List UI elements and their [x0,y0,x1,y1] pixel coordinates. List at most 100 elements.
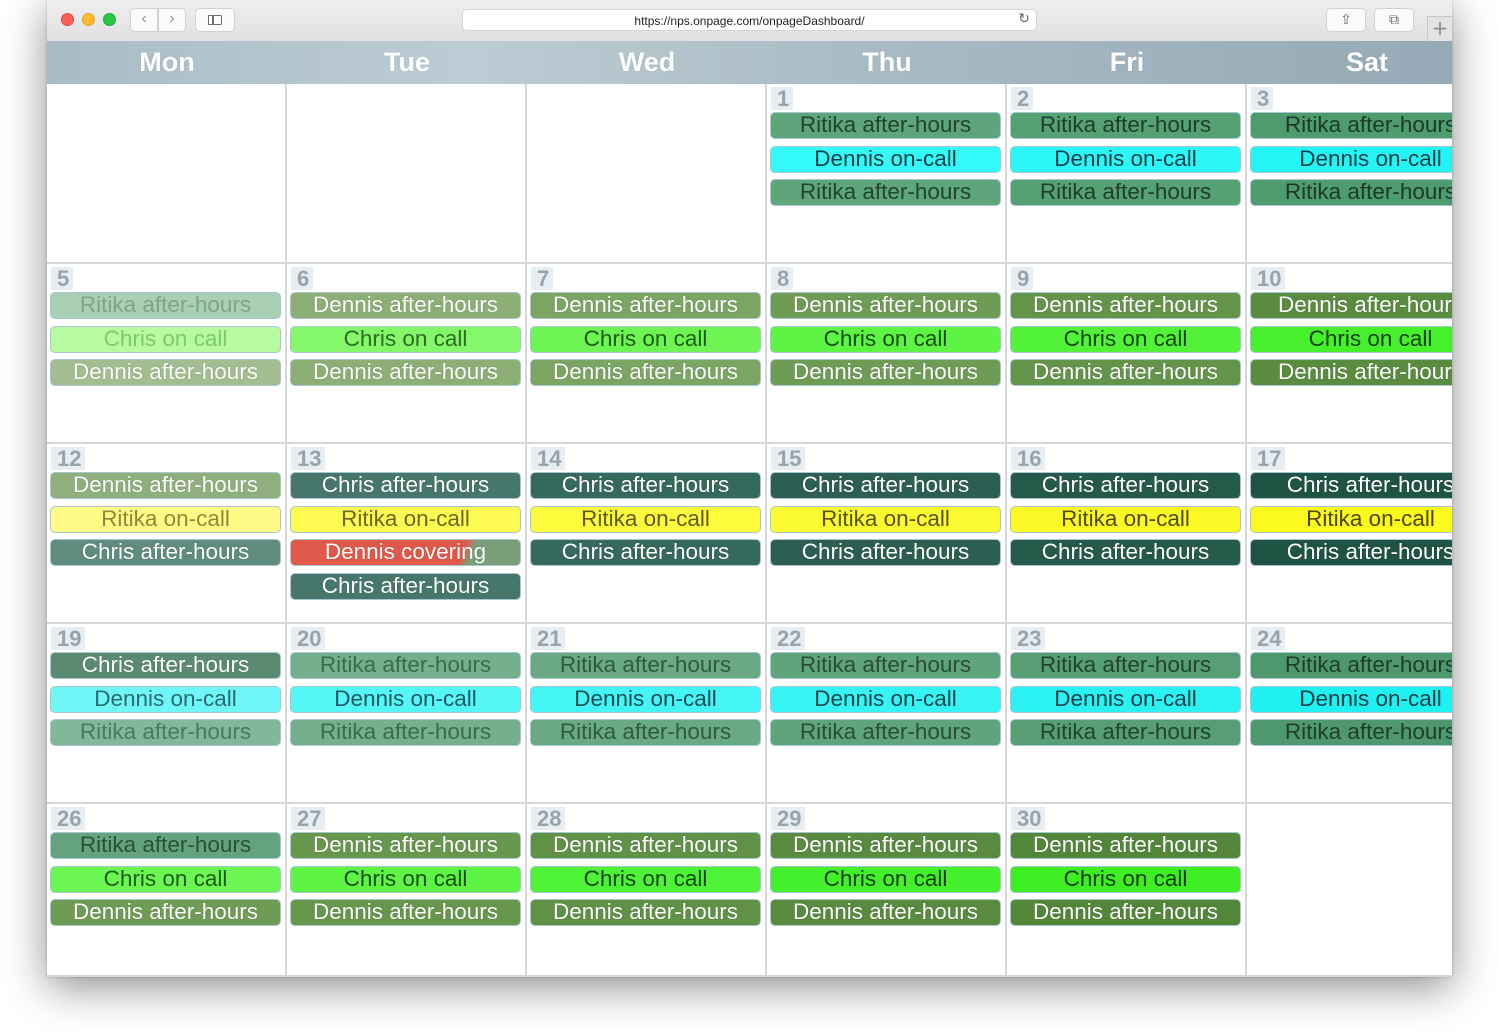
calendar-event[interactable]: Chris on call [530,325,761,353]
show-tabs-button[interactable]: ⧉ [1374,8,1414,32]
address-bar[interactable]: https://nps.onpage.com/onpageDashboard/ … [462,9,1037,31]
calendar-event[interactable]: Chris on call [50,865,281,893]
calendar-event[interactable]: Ritika after-hours [1250,112,1452,139]
calendar-event[interactable]: Dennis covering [290,539,521,566]
calendar-day-cell[interactable]: 10 Dennis after-hours Chris on call Dennis … [1247,264,1452,444]
calendar-event[interactable]: Dennis after-hours [1010,292,1241,319]
calendar-day-cell[interactable]: 19 Chris after-hours Dennis on-call Ritika … [47,624,287,804]
calendar-event[interactable]: Dennis after-hours [770,899,1001,926]
calendar-day-cell[interactable]: 21 Ritika after-hours Dennis on-call Ritika… [527,624,767,804]
calendar-event[interactable]: Chris after-hours [770,539,1001,566]
calendar-event[interactable]: Ritika after-hours [1250,719,1452,746]
calendar-event[interactable]: Chris on call [1250,325,1452,353]
calendar-event[interactable]: Dennis after-hours [290,292,521,319]
reload-icon[interactable]: ↻ [1018,11,1030,27]
calendar-event[interactable]: Chris on call [290,325,521,353]
calendar-day-cell[interactable] [47,84,287,264]
calendar-day-cell[interactable]: 2 Ritika after-hours Dennis on-call Ritika … [1007,84,1247,264]
calendar-event[interactable]: Chris after-hours [530,472,761,499]
calendar-day-cell[interactable] [527,84,767,264]
calendar-event[interactable]: Dennis after-hours [1010,899,1241,926]
calendar-event[interactable]: Ritika after-hours [1250,652,1452,679]
calendar-event[interactable]: Ritika on-call [770,505,1001,533]
calendar-event[interactable]: Ritika on-call [1010,505,1241,533]
calendar-event[interactable]: Ritika on-call [50,505,281,533]
calendar-event[interactable]: Dennis after-hours [530,292,761,319]
calendar-event[interactable]: Dennis on-call [770,145,1001,173]
calendar-day-cell[interactable]: 6 Dennis after-hours Chris on call Dennis a… [287,264,527,444]
calendar-event[interactable]: Dennis on-call [50,685,281,713]
calendar-event[interactable]: Ritika after-hours [50,832,281,859]
calendar-event[interactable]: Dennis after-hours [770,832,1001,859]
calendar-day-cell[interactable]: 24 Ritika after-hours Dennis on-call Ritika… [1247,624,1452,804]
calendar-event[interactable]: Chris after-hours [1250,472,1452,499]
calendar-day-cell[interactable]: 9 Dennis after-hours Chris on call Dennis a… [1007,264,1247,444]
close-window-button[interactable] [61,13,74,26]
calendar-event[interactable]: Ritika after-hours [50,719,281,746]
calendar-event[interactable]: Chris on call [530,865,761,893]
calendar-day-cell[interactable]: 12 Dennis after-hours Ritika on-call Chris … [47,444,287,624]
back-button[interactable]: ‹ [130,8,158,32]
calendar-event[interactable]: Chris after-hours [1010,472,1241,499]
calendar-event[interactable]: Dennis after-hours [290,359,521,386]
calendar-day-cell[interactable] [1247,804,1452,977]
share-button[interactable]: ⇪ [1326,8,1366,32]
calendar-event[interactable]: Dennis after-hours [1010,832,1241,859]
calendar-day-cell[interactable]: 15 Chris after-hours Ritika on-call Chris a… [767,444,1007,624]
calendar-day-cell[interactable]: 7 Dennis after-hours Chris on call Dennis a… [527,264,767,444]
calendar-day-cell[interactable]: 27 Dennis after-hours Chris on call Dennis … [287,804,527,977]
calendar-event[interactable]: Dennis on-call [770,685,1001,713]
calendar-event[interactable]: Dennis after-hours [290,832,521,859]
calendar-event[interactable]: Dennis after-hours [1250,292,1452,319]
calendar-event[interactable]: Chris on call [1010,325,1241,353]
calendar-event[interactable]: Chris after-hours [50,652,281,679]
calendar-event[interactable]: Ritika after-hours [50,292,281,319]
calendar-event[interactable]: Dennis after-hours [1250,359,1452,386]
calendar-event[interactable]: Chris on call [770,325,1001,353]
calendar-event[interactable]: Dennis on-call [1010,685,1241,713]
new-tab-button[interactable]: + [1427,16,1452,41]
zoom-window-button[interactable] [103,13,116,26]
calendar-day-cell[interactable]: 1 Ritika after-hours Dennis on-call Ritika … [767,84,1007,264]
calendar-event[interactable]: Chris after-hours [530,539,761,566]
calendar-event[interactable]: Chris on call [1010,865,1241,893]
calendar-event[interactable]: Chris after-hours [770,472,1001,499]
calendar-day-cell[interactable]: 26 Ritika after-hours Chris on call Dennis … [47,804,287,977]
calendar-event[interactable]: Dennis after-hours [1010,359,1241,386]
calendar-event[interactable]: Dennis after-hours [50,472,281,499]
calendar-event[interactable]: Dennis after-hours [770,359,1001,386]
calendar-day-cell[interactable]: 28 Dennis after-hours Chris on call Dennis … [527,804,767,977]
calendar-event[interactable]: Chris after-hours [1250,539,1452,566]
calendar-day-cell[interactable]: 23 Ritika after-hours Dennis on-call Ritika… [1007,624,1247,804]
calendar-day-cell[interactable]: 29 Dennis after-hours Chris on call Dennis … [767,804,1007,977]
calendar-event[interactable]: Ritika after-hours [770,179,1001,206]
calendar-event[interactable]: Dennis after-hours [50,359,281,386]
calendar-day-cell[interactable]: 3 Ritika after-hours Dennis on-call Ritika … [1247,84,1452,264]
calendar-event[interactable]: Chris after-hours [1010,539,1241,566]
calendar-event[interactable]: Dennis after-hours [290,899,521,926]
calendar-day-cell[interactable] [287,84,527,264]
calendar-event[interactable]: Ritika after-hours [1010,179,1241,206]
calendar-event[interactable]: Dennis on-call [1010,145,1241,173]
minimize-window-button[interactable] [82,13,95,26]
calendar-event[interactable]: Ritika on-call [530,505,761,533]
calendar-event[interactable]: Dennis after-hours [530,359,761,386]
calendar-event[interactable]: Chris after-hours [290,572,521,600]
calendar-day-cell[interactable]: 17 Chris after-hours Ritika on-call Chris a… [1247,444,1452,624]
calendar-event[interactable]: Ritika after-hours [1250,179,1452,206]
calendar-event[interactable]: Ritika after-hours [530,652,761,679]
calendar-day-cell[interactable]: 8 Dennis after-hours Chris on call Dennis a… [767,264,1007,444]
calendar-event[interactable]: Chris on call [50,325,281,353]
calendar-event[interactable]: Chris on call [290,865,521,893]
calendar-event[interactable]: Ritika after-hours [290,652,521,679]
calendar-event[interactable]: Ritika after-hours [1010,112,1241,139]
calendar-event[interactable]: Ritika after-hours [770,652,1001,679]
calendar-event[interactable]: Dennis on-call [290,685,521,713]
calendar-event[interactable]: Ritika after-hours [290,719,521,746]
calendar-day-cell[interactable]: 30 Dennis after-hours Chris on call Dennis … [1007,804,1247,977]
forward-button[interactable]: › [158,8,186,32]
calendar-day-cell[interactable]: 20 Ritika after-hours Dennis on-call Ritika… [287,624,527,804]
calendar-event[interactable]: Dennis on-call [1250,685,1452,713]
calendar-event[interactable]: Ritika after-hours [770,112,1001,139]
calendar-event[interactable]: Ritika after-hours [1010,652,1241,679]
